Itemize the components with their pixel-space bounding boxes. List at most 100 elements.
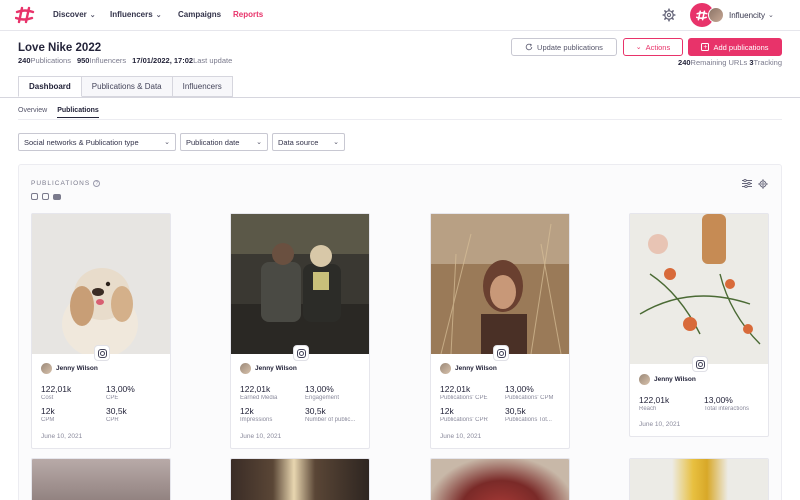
tab-divider: [0, 97, 800, 98]
stat-label: CPE: [106, 395, 119, 401]
nav-reports[interactable]: Reports: [233, 10, 263, 19]
update-publications-label: Update publications: [537, 42, 603, 52]
profile-menu[interactable]: Influencity ⌄: [690, 3, 774, 27]
stat: 122,01k Reach: [639, 395, 704, 412]
stat-label: Total interactions: [704, 406, 750, 412]
nav-influencers-label: Influencers: [110, 10, 153, 19]
publication-card[interactable]: Jenny Wilson 122,01k Earned Media 13,00% E…: [230, 213, 370, 449]
data-source-filter-label: Data source: [278, 137, 319, 147]
influencer[interactable]: Jenny Wilson: [41, 363, 98, 374]
tracking-label: Tracking: [753, 58, 782, 67]
stat-value: 13,00%: [106, 384, 135, 394]
actions-button[interactable]: ⌄ Actions: [623, 38, 683, 56]
youtube-icon[interactable]: [53, 194, 61, 200]
chevron-down-icon: ⌄: [155, 11, 162, 19]
stat: 13,00% Engagement: [305, 384, 362, 401]
publication-date-filter[interactable]: Publication date ⌄: [180, 133, 268, 151]
publication-image: [431, 459, 569, 500]
chevron-down-icon: ⌄: [768, 12, 774, 19]
publication-image: [231, 459, 369, 500]
publication-card[interactable]: [629, 458, 769, 500]
instagram-icon: [695, 359, 705, 369]
nav-influencers[interactable]: Influencers ⌄: [110, 10, 162, 19]
plus-icon: +: [701, 43, 710, 51]
instagram-badge: [493, 345, 509, 361]
influencers-count: 950: [76, 56, 90, 65]
top-navigation: Discover ⌄ Influencers ⌄ Campaigns Repor…: [0, 0, 800, 31]
stat-label: CPM: [41, 417, 55, 423]
stat-value: 12k: [240, 406, 254, 416]
subtab-divider: [18, 119, 782, 120]
influencer[interactable]: Jenny Wilson: [240, 363, 297, 374]
stat: 122,01k Cost: [41, 384, 106, 401]
instagram-icon[interactable]: [31, 193, 38, 200]
tab-publications-data[interactable]: Publications & Data: [81, 76, 173, 97]
influencer-name: Jenny Wilson: [56, 365, 98, 372]
tab-influencers-label: Influencers: [182, 82, 222, 91]
stat: 30,5k Number of public...: [305, 406, 362, 423]
publication-date: June 10, 2021: [440, 433, 482, 440]
publication-date-filter-label: Publication date: [186, 137, 240, 147]
nav-campaigns[interactable]: Campaigns: [178, 10, 221, 19]
tab-dashboard[interactable]: Dashboard: [18, 76, 82, 97]
stat-value: 30,5k: [505, 406, 526, 416]
add-publications-button[interactable]: + Add publications: [688, 38, 782, 56]
influencer[interactable]: Jenny Wilson: [440, 363, 497, 374]
update-publications-button[interactable]: Update publications: [511, 38, 617, 56]
subtab-overview[interactable]: Overview: [18, 107, 47, 118]
influencer[interactable]: Jenny Wilson: [639, 374, 696, 385]
stat-value: 13,00%: [505, 384, 534, 394]
publication-card[interactable]: [31, 458, 171, 500]
filter-sliders-icon[interactable]: [742, 179, 752, 188]
publications-label: Publications: [30, 56, 71, 65]
publication-card[interactable]: Jenny Wilson 122,01k Reach 13,00% Total in…: [629, 213, 769, 437]
publication-date: June 10, 2021: [639, 421, 681, 428]
profile-name: Influencity: [729, 10, 766, 20]
stat-label: Engagement: [305, 395, 340, 401]
stat-label: Publications' CPE: [440, 395, 488, 401]
influencer-name: Jenny Wilson: [255, 365, 297, 372]
influencer-avatar: [440, 363, 451, 374]
publication-card[interactable]: Jenny Wilson 122,01k Cost 13,00% CPE 12k CP…: [31, 213, 171, 449]
stat-value: 30,5k: [305, 406, 326, 416]
stat-label: Cost: [41, 395, 54, 401]
data-source-filter[interactable]: Data source ⌄: [272, 133, 345, 151]
chevron-down-icon: ⌄: [164, 139, 170, 146]
panel-settings-gear-icon[interactable]: [758, 179, 768, 189]
nav-discover-label: Discover: [53, 10, 87, 19]
tiktok-icon[interactable]: [42, 193, 49, 200]
stat: 12k CPM: [41, 406, 106, 423]
remaining-info: 240Remaining URLs 3Tracking: [678, 58, 782, 67]
stat-value: 13,00%: [305, 384, 334, 394]
influencers-label: Influencers: [89, 56, 127, 65]
publication-card[interactable]: Jenny Wilson 122,01k Publications' CPE 13…: [430, 213, 570, 449]
add-publications-label: Add publications: [713, 42, 769, 52]
subtab-publications[interactable]: Publications: [57, 107, 99, 118]
stat-value: 122,01k: [41, 384, 72, 394]
stat-value: 122,01k: [240, 384, 271, 394]
publication-card[interactable]: [430, 458, 570, 500]
remaining-label: Remaining URLs: [690, 58, 748, 67]
settings-gear-icon[interactable]: [662, 8, 676, 22]
publication-image: [231, 214, 369, 354]
nav-reports-label: Reports: [233, 10, 264, 19]
stat-value: 122,01k: [639, 395, 670, 405]
card-stats: 122,01k Publications' CPE 13,00% Publicati…: [440, 384, 562, 423]
instagram-badge: [94, 345, 110, 361]
tab-influencers[interactable]: Influencers: [172, 76, 233, 97]
publication-date: June 10, 2021: [240, 433, 282, 440]
influencer-avatar: [41, 363, 52, 374]
card-stats: 122,01k Cost 13,00% CPE 12k CPM 30,5k CPR: [41, 384, 163, 423]
stat: 13,00% Total interactions: [704, 395, 761, 412]
influencity-logo-icon[interactable]: [15, 6, 35, 24]
instagram-badge: [692, 356, 708, 372]
stat-label: Publications' CPR: [440, 417, 488, 423]
help-icon[interactable]: ?: [93, 180, 101, 187]
chevron-down-icon: ⌄: [333, 139, 339, 146]
publication-card[interactable]: [230, 458, 370, 500]
nav-discover[interactable]: Discover ⌄: [53, 10, 96, 19]
instagram-icon: [496, 348, 506, 358]
social-networks-filter[interactable]: Social networks & Publication type ⌄: [18, 133, 176, 151]
tab-publications-data-label: Publications & Data: [91, 82, 162, 91]
chevron-down-icon: ⌄: [256, 139, 262, 146]
